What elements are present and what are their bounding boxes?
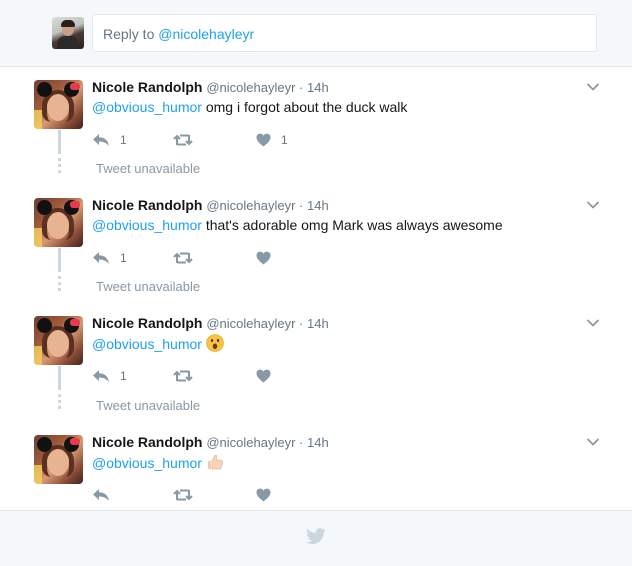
- heart-icon: [256, 133, 271, 147]
- reply-button[interactable]: 1: [92, 130, 127, 150]
- tweet-timestamp[interactable]: 14h: [307, 316, 329, 331]
- heart-icon: [256, 488, 271, 502]
- mention-link[interactable]: @obvious_humor: [92, 217, 202, 233]
- author-avatar[interactable]: [34, 316, 83, 365]
- reply-icon: [92, 133, 110, 147]
- author-handle[interactable]: @nicolehayleyr: [206, 80, 295, 95]
- retweet-button[interactable]: [173, 248, 203, 268]
- author-handle[interactable]: @nicolehayleyr: [206, 435, 295, 450]
- reply-count: 1: [120, 133, 127, 147]
- retweet-icon: [173, 251, 193, 265]
- retweet-icon: [173, 133, 193, 147]
- reply-button[interactable]: [92, 485, 120, 505]
- reply-mention: @nicolehayleyr: [158, 26, 255, 42]
- tweet-text: @obvious_humor: [92, 334, 224, 357]
- reply-icon: [92, 488, 110, 502]
- chevron-down-icon[interactable]: [586, 435, 600, 449]
- current-user-avatar: [52, 17, 84, 49]
- tweet-header: Nicole Randolph @nicolehayleyr · 14h: [92, 315, 329, 331]
- chevron-down-icon[interactable]: [586, 316, 600, 330]
- footer: [0, 510, 632, 566]
- author-name[interactable]: Nicole Randolph: [92, 79, 202, 95]
- mention-link[interactable]: @obvious_humor: [92, 455, 202, 471]
- separator: ·: [295, 80, 307, 95]
- author-avatar[interactable]: [34, 80, 83, 129]
- surprised-face-emoji: [206, 334, 224, 357]
- tweet-header: Nicole Randolph @nicolehayleyr · 14h: [92, 79, 329, 95]
- separator: ·: [295, 316, 307, 331]
- mention-link[interactable]: @obvious_humor: [92, 336, 202, 352]
- tweet-header: Nicole Randolph @nicolehayleyr · 14h: [92, 434, 329, 450]
- tweet-timestamp[interactable]: 14h: [307, 435, 329, 450]
- twitter-bird-icon[interactable]: [305, 528, 327, 551]
- like-button[interactable]: [256, 248, 281, 268]
- tweet[interactable]: Nicole Randolph @nicolehayleyr · 14h @ob…: [0, 304, 632, 422]
- like-button[interactable]: [256, 366, 281, 386]
- tweet-timestamp[interactable]: 14h: [307, 80, 329, 95]
- chevron-down-icon[interactable]: [586, 198, 600, 212]
- author-handle[interactable]: @nicolehayleyr: [206, 316, 295, 331]
- author-avatar[interactable]: [34, 435, 83, 484]
- retweet-button[interactable]: [173, 366, 203, 386]
- separator: ·: [295, 198, 307, 213]
- like-button[interactable]: 1: [256, 130, 288, 150]
- tweet-header: Nicole Randolph @nicolehayleyr · 14h: [92, 197, 329, 213]
- author-name[interactable]: Nicole Randolph: [92, 197, 202, 213]
- tweet-text: @obvious_humor that's adorable omg Mark …: [92, 216, 503, 235]
- tweet-text: @obvious_humor omg i forgot about the du…: [92, 98, 407, 117]
- author-name[interactable]: Nicole Randolph: [92, 434, 202, 450]
- reply-icon: [92, 251, 110, 265]
- heart-icon: [256, 369, 271, 383]
- retweet-icon: [173, 369, 193, 383]
- tweet-body: omg i forgot about the duck walk: [201, 99, 408, 115]
- author-name[interactable]: Nicole Randolph: [92, 315, 202, 331]
- reply-button[interactable]: 1: [92, 248, 127, 268]
- tweet[interactable]: Nicole Randolph @nicolehayleyr · 14h @ob…: [0, 186, 632, 304]
- heart-icon: [256, 251, 271, 265]
- reply-button[interactable]: 1: [92, 366, 127, 386]
- retweet-icon: [173, 488, 193, 502]
- tweet[interactable]: Nicole Randolph @nicolehayleyr · 14h @ob…: [0, 68, 632, 186]
- reply-count: 1: [120, 369, 127, 383]
- mention-link[interactable]: @obvious_humor: [92, 99, 202, 115]
- chevron-down-icon[interactable]: [586, 80, 600, 94]
- reply-count: 1: [120, 251, 127, 265]
- tweet-text: @obvious_humor: [92, 453, 224, 476]
- thumbs-up-emoji: [206, 453, 224, 476]
- author-handle[interactable]: @nicolehayleyr: [206, 198, 295, 213]
- author-avatar[interactable]: [34, 198, 83, 247]
- reply-bar: Reply to @nicolehayleyr: [0, 0, 632, 67]
- separator: ·: [295, 435, 307, 450]
- reply-prefix: Reply to: [103, 26, 159, 42]
- retweet-button[interactable]: [173, 130, 203, 150]
- like-count: 1: [281, 133, 288, 147]
- retweet-button[interactable]: [173, 485, 203, 505]
- tweet-body: that's adorable omg Mark was always awes…: [201, 217, 503, 233]
- like-button[interactable]: [256, 485, 281, 505]
- reply-input[interactable]: Reply to @nicolehayleyr: [92, 14, 597, 52]
- tweet-timestamp[interactable]: 14h: [307, 198, 329, 213]
- reply-icon: [92, 369, 110, 383]
